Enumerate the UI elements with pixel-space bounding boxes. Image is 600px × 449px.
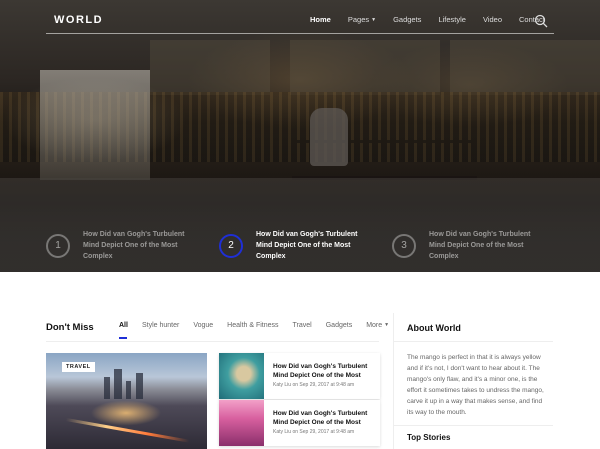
city-tower	[126, 381, 131, 399]
chevron-down-icon: ▼	[371, 17, 377, 24]
active-tab-indicator	[119, 337, 127, 339]
hero-slide-1[interactable]: 1 How Did van Gogh's Turbulent Mind Depi…	[46, 229, 198, 262]
section-divider	[46, 341, 379, 342]
city-tower	[136, 373, 143, 399]
tab-travel[interactable]: Travel	[293, 322, 312, 329]
tab-more[interactable]: More ▼	[366, 322, 389, 329]
hero-market-stall	[40, 70, 150, 180]
slide-number: 3	[392, 233, 416, 258]
post-meta: Katy Liu on Sep 29, 2017 at 9:48 am	[273, 382, 354, 388]
sidebar-divider	[393, 425, 553, 426]
post-title[interactable]: How Did van Gogh's Turbulent Mind Depict…	[273, 362, 377, 380]
nav-item-pages[interactable]: Pages ▼	[348, 15, 376, 24]
post-author[interactable]: Katy Liu	[273, 382, 291, 388]
tab-all[interactable]: All	[119, 322, 128, 329]
hero-slide-3[interactable]: 3 How Did van Gogh's Turbulent Mind Depi…	[392, 229, 544, 262]
nav-item-video[interactable]: Video	[483, 15, 502, 24]
nav-item-home[interactable]: Home	[310, 15, 331, 24]
city-tower	[114, 369, 122, 399]
tab-health-fitness[interactable]: Health & Fitness	[227, 322, 278, 329]
nav-divider	[46, 33, 554, 34]
list-item[interactable]: How Did van Gogh's Turbulent Mind Depict…	[219, 353, 380, 399]
nav-item-label: Pages	[347, 15, 370, 24]
post-thumbnail	[219, 353, 264, 399]
about-title: About World	[407, 323, 461, 333]
light-trail	[65, 418, 190, 443]
slide-title: How Did van Gogh's Turbulent Mind Depict…	[83, 231, 185, 260]
post-date-prefix: on	[292, 429, 299, 435]
list-item[interactable]: How Did van Gogh's Turbulent Mind Depict…	[219, 400, 380, 446]
slide-title: How Did van Gogh's Turbulent Mind Depict…	[256, 231, 358, 260]
post-date: Sep 29, 2017 at 9:48 am	[299, 382, 355, 388]
tab-style-hunter[interactable]: Style hunter	[142, 322, 179, 329]
category-tabs: All Style hunter Vogue Health & Fitness …	[119, 322, 403, 329]
post-date: Sep 29, 2017 at 9:48 am	[299, 429, 355, 435]
section-title: Don't Miss	[46, 322, 94, 333]
brand-logo[interactable]: WORLD	[54, 14, 103, 26]
tab-vogue[interactable]: Vogue	[193, 322, 213, 329]
slide-number: 1	[46, 233, 70, 258]
slide-number: 2	[219, 233, 243, 258]
slide-title: How Did van Gogh's Turbulent Mind Depict…	[429, 231, 531, 260]
post-thumbnail	[219, 400, 264, 446]
about-text: The mango is perfect in that it is alway…	[407, 354, 544, 416]
post-title[interactable]: How Did van Gogh's Turbulent Mind Depict…	[273, 409, 377, 427]
post-date-prefix: on	[292, 382, 299, 388]
hero-building	[450, 40, 600, 95]
top-stories-title: Top Stories	[407, 433, 451, 442]
category-badge[interactable]: TRAVEL	[62, 362, 95, 372]
city-tower	[104, 377, 110, 399]
main-nav: Home Pages ▼ Gadgets Lifestyle Video Cont…	[310, 15, 562, 24]
search-icon[interactable]	[534, 14, 548, 28]
post-meta: Katy Liu on Sep 29, 2017 at 9:48 am	[273, 429, 354, 435]
hero-person	[310, 108, 348, 166]
nav-item-lifestyle[interactable]: Lifestyle	[438, 15, 466, 24]
tab-gadgets[interactable]: Gadgets	[326, 322, 352, 329]
hero-building	[150, 40, 270, 95]
chevron-down-icon: ▼	[384, 322, 390, 329]
tab-label: More	[366, 322, 383, 329]
nav-item-gadgets[interactable]: Gadgets	[393, 15, 421, 24]
hero-building	[290, 40, 440, 95]
hero-slide-2[interactable]: 2 How Did van Gogh's Turbulent Mind Depi…	[219, 229, 371, 262]
sidebar-divider	[393, 341, 553, 342]
post-author[interactable]: Katy Liu	[273, 429, 291, 435]
